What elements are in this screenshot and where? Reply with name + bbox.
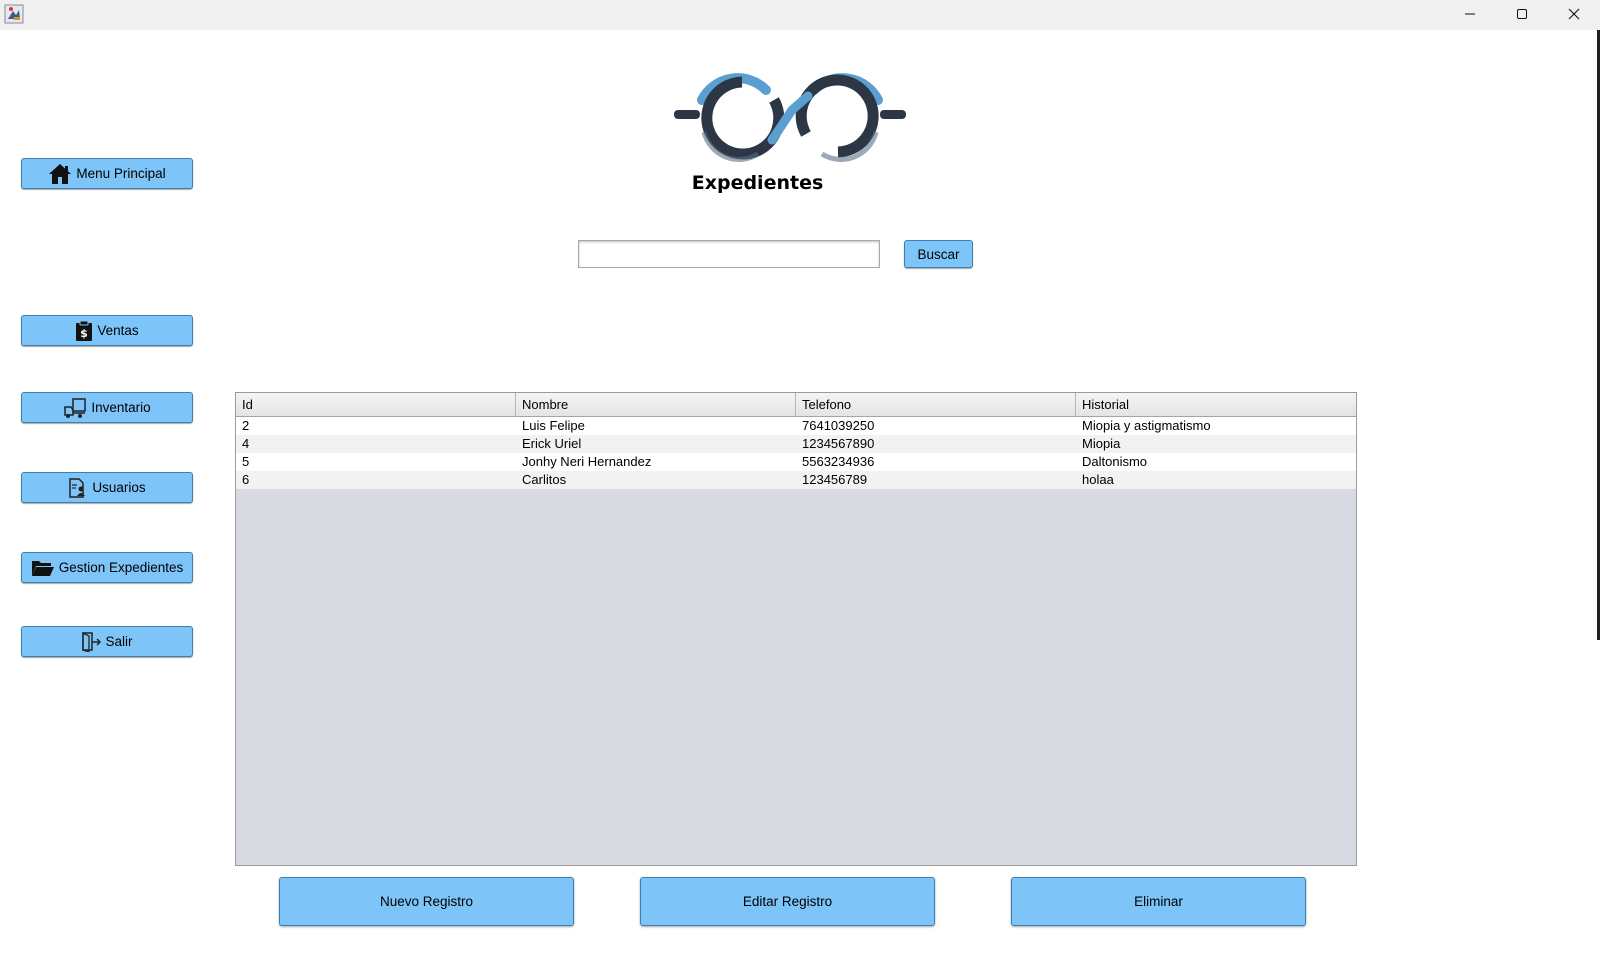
cell-historial: Daltonismo [1082,454,1148,469]
gestion-expedientes-label: Gestion Expedientes [58,560,184,575]
maximize-icon [1517,9,1527,19]
glasses-logo [674,70,910,166]
table-body: 2 Luis Felipe 7641039250 Miopia y astigm… [236,417,1356,489]
table-row[interactable]: 6 Carlitos 123456789 holaa [236,471,1356,489]
column-header-id[interactable]: Id [236,393,516,417]
cell-telefono: 5563234936 [802,454,875,469]
cell-historial: Miopia [1082,436,1121,451]
cell-nombre: Carlitos [522,472,567,487]
cell-historial: holaa [1082,472,1114,487]
menu-principal-label: Menu Principal [76,166,166,181]
inventario-button[interactable]: Inventario [21,392,193,423]
page-title: Expedientes [691,172,824,194]
table-row[interactable]: 4 Erick Uriel 1234567890 Miopia [236,435,1356,453]
cell-id: 5 [242,454,250,469]
table-row[interactable]: 2 Luis Felipe 7641039250 Miopia y astigm… [236,417,1356,435]
window-titlebar [0,0,1600,30]
search-input[interactable] [578,240,880,268]
home-icon [48,163,72,185]
cell-nombre: Jonhy Neri Hernandez [522,454,652,469]
user-document-icon [68,477,88,498]
minimize-icon [1465,13,1475,15]
column-header-historial[interactable]: Historial [1076,393,1356,417]
column-header-telefono[interactable]: Telefono [796,393,1076,417]
folder-open-icon [31,559,55,577]
cell-id: 4 [242,436,250,451]
java-app-icon [4,4,24,24]
cell-id: 6 [242,472,250,487]
inventario-label: Inventario [91,400,151,415]
ventas-button[interactable]: $ Ventas [21,315,193,346]
gestion-expedientes-button[interactable]: Gestion Expedientes [21,552,193,583]
exit-door-icon [81,631,102,652]
close-button[interactable] [1550,0,1598,28]
delivery-truck-icon [63,397,87,419]
table-header: Id Nombre Telefono Historial [236,393,1356,417]
salir-button[interactable]: Salir [21,626,193,657]
cell-historial: Miopia y astigmatismo [1082,418,1211,433]
nuevo-registro-button[interactable]: Nuevo Registro [279,877,574,926]
usuarios-label: Usuarios [92,480,146,495]
cell-telefono: 7641039250 [802,418,875,433]
minimize-button[interactable] [1446,0,1494,28]
editar-registro-button[interactable]: Editar Registro [640,877,935,926]
cell-nombre: Erick Uriel [522,436,582,451]
ventas-label: Ventas [97,323,139,338]
cell-telefono: 1234567890 [802,436,875,451]
column-header-nombre[interactable]: Nombre [516,393,796,417]
menu-principal-button[interactable]: Menu Principal [21,158,193,189]
sales-clipboard-icon: $ [75,320,93,342]
expedientes-table[interactable]: Id Nombre Telefono Historial 2 Luis Feli… [235,392,1357,866]
cell-id: 2 [242,418,250,433]
eliminar-button[interactable]: Eliminar [1011,877,1306,926]
cell-nombre: Luis Felipe [522,418,585,433]
table-row[interactable]: 5 Jonhy Neri Hernandez 5563234936 Dalton… [236,453,1356,471]
close-icon [1568,8,1580,20]
maximize-button[interactable] [1498,0,1546,28]
svg-text:$: $ [81,327,89,340]
salir-label: Salir [105,634,133,649]
buscar-button[interactable]: Buscar [904,240,973,268]
usuarios-button[interactable]: Usuarios [21,472,193,503]
cell-telefono: 123456789 [802,472,868,487]
